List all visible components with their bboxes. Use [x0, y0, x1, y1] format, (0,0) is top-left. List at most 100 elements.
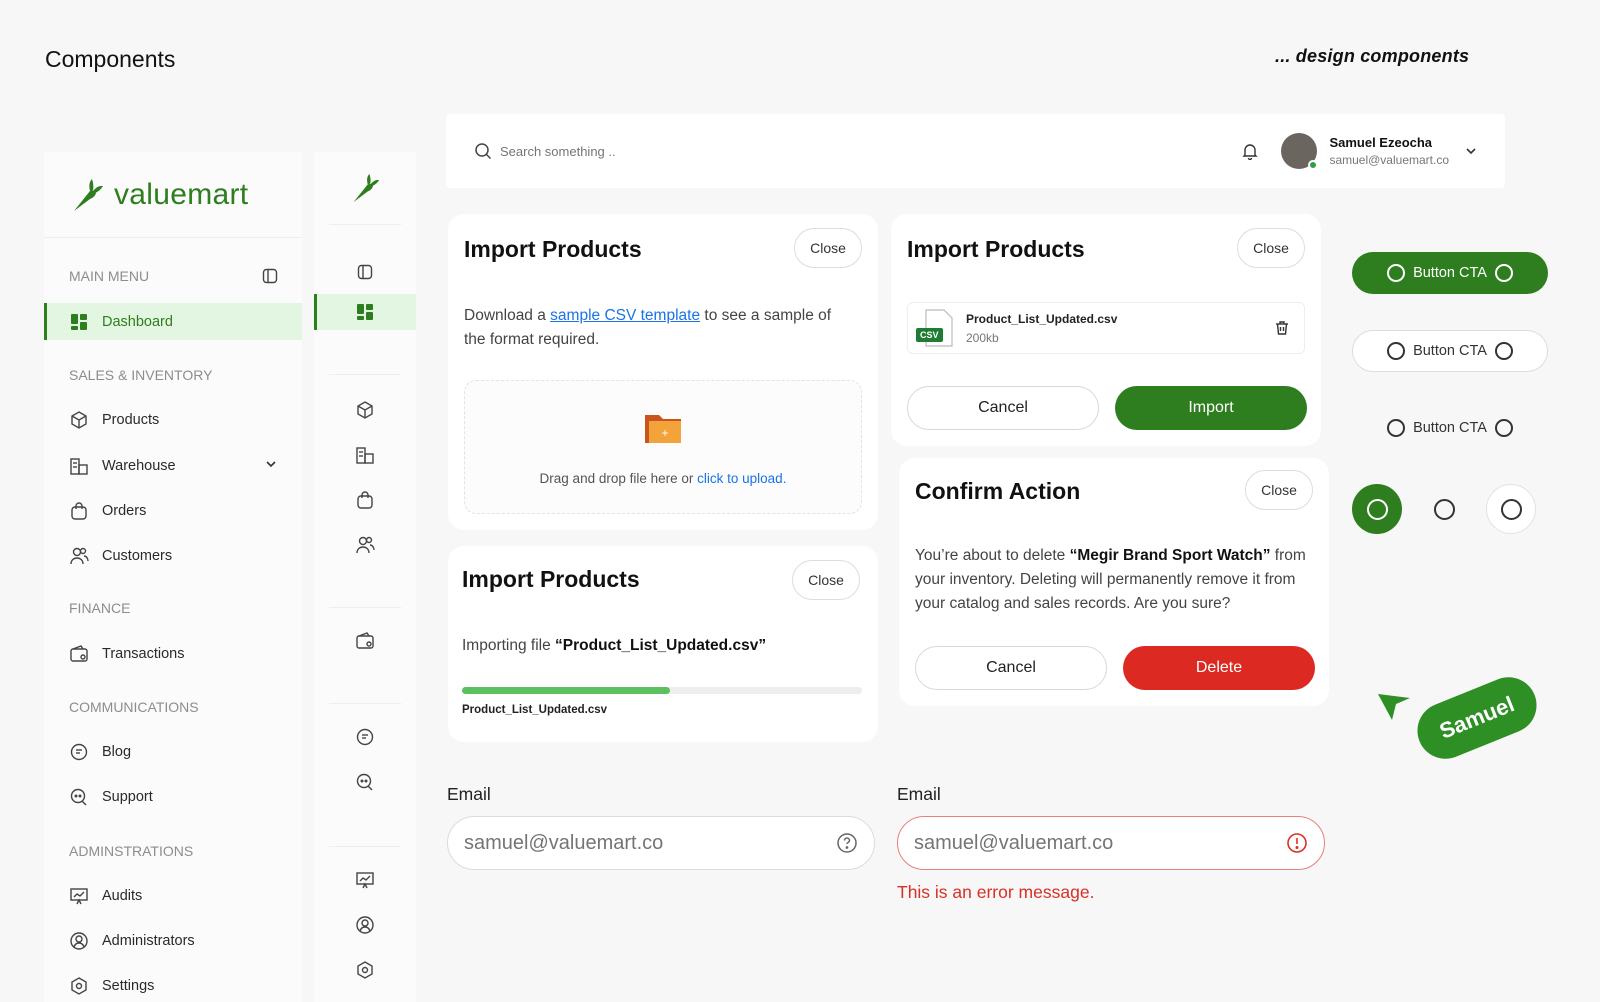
cta-label: Button CTA — [1413, 343, 1487, 359]
mini-item-audits[interactable] — [314, 857, 416, 902]
click-to-upload-link[interactable]: click to upload. — [697, 471, 786, 486]
mini-item-transactions[interactable] — [314, 618, 416, 663]
section-communications: COMMUNICATIONS — [44, 697, 302, 717]
mini-item-administrators[interactable] — [314, 902, 416, 947]
online-status-dot — [1308, 160, 1319, 170]
sidebar-item-label: Transactions — [102, 645, 185, 662]
cancel-button[interactable]: Cancel — [915, 646, 1107, 690]
card-title: Import Products — [907, 236, 1085, 262]
sidebar-toggle-icon — [357, 264, 373, 279]
sidebar-item-warehouse[interactable]: Warehouse — [44, 447, 302, 484]
help-circle-icon[interactable] — [836, 832, 858, 854]
sample-template-link[interactable]: sample CSV template — [550, 307, 700, 324]
csv-badge: CSV — [916, 328, 943, 342]
svg-text:+: + — [661, 426, 668, 440]
cta-label: Button CTA — [1413, 265, 1487, 281]
mini-item-products[interactable] — [314, 387, 416, 432]
mini-item-orders[interactable] — [314, 477, 416, 522]
section-label: ADMINSTRATIONS — [69, 843, 194, 859]
sidebar-collapsed — [314, 152, 416, 1002]
card-title: Confirm Action — [915, 478, 1081, 504]
email-field-error[interactable] — [897, 816, 1325, 870]
close-button[interactable]: Close — [794, 228, 862, 268]
sidebar-item-customers[interactable]: Customers — [44, 537, 302, 574]
importing-file-name: “Product_List_Updated.csv” — [555, 637, 767, 654]
close-button[interactable]: Close — [1237, 228, 1305, 268]
sidebar-item-transactions[interactable]: Transactions — [44, 635, 302, 672]
sidebar-toggle-mini[interactable] — [314, 249, 416, 294]
sidebar-item-dashboard[interactable]: Dashboard — [44, 303, 302, 340]
sidebar-item-products[interactable]: Products — [44, 401, 302, 438]
sidebar-toggle-icon[interactable] — [262, 268, 278, 284]
folder-upload-icon: + — [645, 415, 681, 443]
email-field[interactable] — [447, 816, 875, 870]
import-products-file-card: Import Products Close CSV Product_List_U… — [891, 214, 1321, 446]
sidebar: valuemart MAIN MENU Dashboard SALES & IN… — [44, 152, 302, 1002]
confirm-message: You’re about to delete “Megir Brand Spor… — [915, 544, 1313, 616]
sidebar-item-orders[interactable]: Orders — [44, 492, 302, 529]
sidebar-item-label: Orders — [102, 502, 147, 519]
chevron-down-icon[interactable] — [1465, 145, 1477, 157]
import-status: Importing file “Product_List_Updated.csv… — [462, 634, 766, 658]
mini-item-blog[interactable] — [314, 714, 416, 759]
collaborator-cursor-tag: Samuel — [1409, 668, 1545, 768]
sidebar-item-blog[interactable]: Blog — [44, 733, 302, 770]
support-chat-icon — [69, 787, 89, 807]
box-icon — [357, 400, 373, 419]
circle-icon — [1366, 498, 1388, 520]
trash-icon[interactable] — [1274, 320, 1290, 336]
email-input[interactable] — [464, 831, 836, 855]
sidebar-item-audits[interactable]: Audits — [44, 877, 302, 914]
icon-button-outline[interactable] — [1486, 484, 1536, 534]
mini-item-support[interactable] — [314, 759, 416, 804]
confirm-action-card: Confirm Action Close You’re about to del… — [899, 458, 1329, 706]
cta-button-text[interactable]: Button CTA — [1352, 407, 1548, 449]
chat-bubble-icon — [356, 728, 374, 745]
cta-button-outline[interactable]: Button CTA — [1352, 330, 1548, 372]
sidebar-item-settings[interactable]: Settings — [44, 967, 302, 1002]
bell-icon[interactable] — [1241, 142, 1259, 160]
support-chat-icon — [356, 773, 373, 790]
section-label: MAIN MENU — [69, 268, 150, 284]
section-label: SALES & INVENTORY — [69, 367, 213, 383]
mini-item-warehouse[interactable] — [314, 432, 416, 477]
mini-item-dashboard[interactable] — [314, 294, 416, 330]
user-menu[interactable]: Samuel Ezeocha samuel@valuemart.co — [1241, 133, 1477, 170]
icon-button-primary[interactable] — [1352, 484, 1402, 534]
mini-item-settings[interactable] — [314, 947, 416, 992]
import-button[interactable]: Import — [1115, 386, 1307, 430]
delete-button[interactable]: Delete — [1123, 646, 1315, 690]
search-input[interactable] — [500, 143, 800, 159]
description-text: Download a — [464, 307, 551, 324]
sidebar-item-label: Products — [102, 411, 160, 428]
avatar[interactable] — [1281, 133, 1319, 170]
file-dropzone[interactable]: + Drag and drop file here or click to up… — [464, 380, 862, 514]
close-button[interactable]: Close — [792, 560, 860, 600]
mini-item-customers[interactable] — [314, 522, 416, 567]
warehouse-icon — [356, 446, 374, 464]
chevron-down-icon[interactable] — [264, 457, 278, 471]
cta-button-primary[interactable]: Button CTA — [1352, 252, 1548, 294]
brand-logo-mini[interactable] — [314, 152, 416, 224]
section-sales-inventory: SALES & INVENTORY — [44, 365, 302, 385]
card-title: Import Products — [462, 566, 640, 592]
carrot-logo-icon — [353, 173, 380, 203]
brand-logo[interactable]: valuemart — [44, 152, 302, 238]
dashboard-icon — [69, 312, 89, 332]
brand-name: valuemart — [114, 177, 249, 211]
wallet-icon — [356, 631, 374, 649]
icon-button-text[interactable] — [1419, 484, 1469, 534]
close-button[interactable]: Close — [1245, 470, 1313, 510]
settings-icon — [357, 960, 373, 979]
page-title: Components — [45, 46, 176, 72]
email-input[interactable] — [914, 831, 1286, 855]
sidebar-item-label: Audits — [102, 887, 143, 904]
sidebar-item-support[interactable]: Support — [44, 778, 302, 815]
section-label: FINANCE — [69, 600, 131, 616]
cancel-button[interactable]: Cancel — [907, 386, 1099, 430]
carrot-logo-icon — [74, 178, 103, 211]
user-name: Samuel Ezeocha — [1329, 135, 1433, 150]
sidebar-item-administrators[interactable]: Administrators — [44, 922, 302, 959]
cursor-pointer-icon — [1378, 694, 1410, 720]
circle-icon — [1494, 342, 1513, 360]
